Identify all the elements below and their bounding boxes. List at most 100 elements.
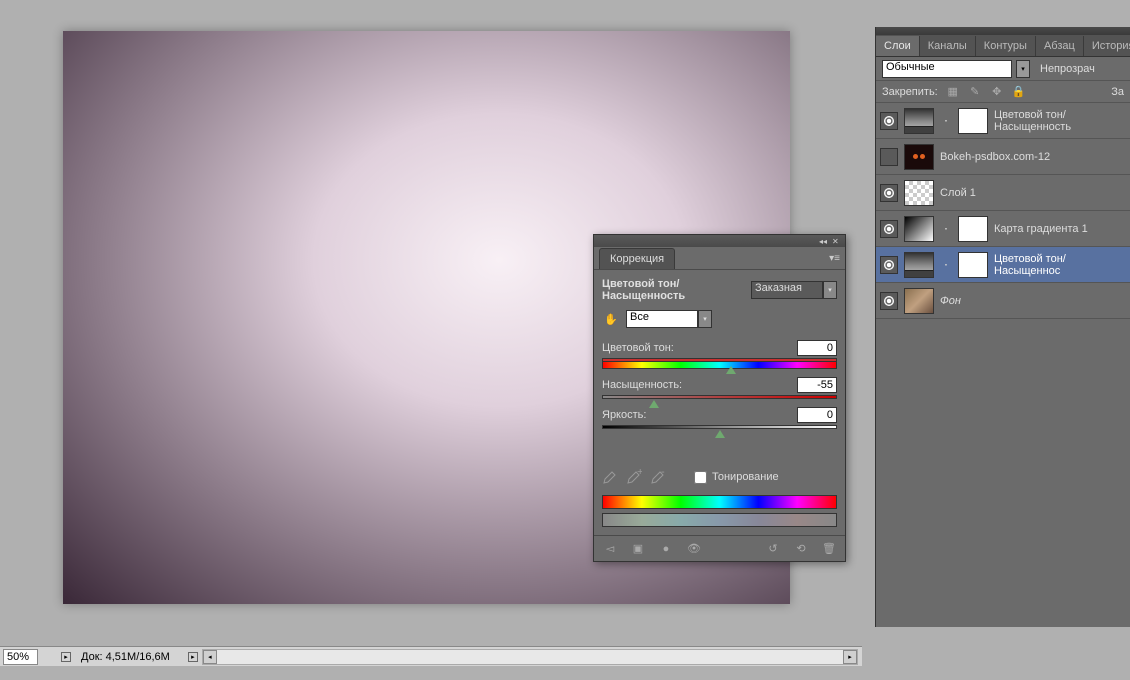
visibility-icon[interactable]: 👁 <box>686 541 702 557</box>
layer-name[interactable]: Карта градиента 1 <box>994 223 1126 235</box>
lock-transparency-icon[interactable]: ▦ <box>946 85 960 99</box>
tab-слои[interactable]: Слои <box>876 36 920 56</box>
targeted-adjust-icon[interactable]: ✋ <box>602 310 620 328</box>
svg-text:+: + <box>637 469 642 478</box>
layer-name[interactable]: Слой 1 <box>940 187 1126 199</box>
lock-label: Закрепить: <box>882 86 938 98</box>
fill-label: За <box>1111 86 1124 98</box>
layer-name[interactable]: Фон <box>940 295 1126 307</box>
tab-абзац[interactable]: Абзац <box>1036 36 1084 56</box>
lightness-input[interactable] <box>797 407 837 423</box>
layer-thumbnail[interactable] <box>904 288 934 314</box>
opacity-label: Непрозрач <box>1040 63 1095 75</box>
saturation-label: Насыщенность: <box>602 379 682 391</box>
hue-label: Цветовой тон: <box>602 342 674 354</box>
link-icon[interactable]: ⬝ <box>940 259 952 271</box>
layers-panel: СлоиКаналыКонтурыАбзацИстория Обычные ▾ … <box>875 27 1130 627</box>
expand-icon[interactable]: ▣ <box>630 541 646 557</box>
eye-icon <box>884 260 894 270</box>
lock-position-icon[interactable]: ✥ <box>990 85 1004 99</box>
chevron-down-icon[interactable]: ▾ <box>823 281 837 299</box>
input-color-strip <box>602 495 837 509</box>
visibility-toggle[interactable] <box>880 256 898 274</box>
tab-каналы[interactable]: Каналы <box>920 36 976 56</box>
eyedropper-subtract-icon[interactable]: - <box>650 469 666 485</box>
previous-icon[interactable]: ↺ <box>765 541 781 557</box>
layer-row[interactable]: ⬝ Цветовой тон/Насыщенность <box>876 103 1130 139</box>
horizontal-scrollbar[interactable]: ◂ ▸ <box>202 649 858 665</box>
tab-контуры[interactable]: Контуры <box>976 36 1036 56</box>
layer-row[interactable]: ⬝ Карта градиента 1 <box>876 211 1130 247</box>
layer-row[interactable]: ⬝ Цветовой тон/Насыщеннос <box>876 247 1130 283</box>
layer-name[interactable]: Цветовой тон/Насыщеннос <box>994 253 1126 277</box>
document-info: Док: 4,51M/16,6M <box>71 651 180 663</box>
lock-pixels-icon[interactable]: ✎ <box>968 85 982 99</box>
status-bar: ▸ Док: 4,51M/16,6M ▸ ◂ ▸ <box>0 646 862 666</box>
adjustment-title: Цветовой тон/Насыщенность <box>602 278 751 302</box>
layer-row[interactable]: Bokeh-psdbox.com-12 <box>876 139 1130 175</box>
saturation-slider[interactable] <box>602 395 837 399</box>
eyedropper-add-icon[interactable]: + <box>626 469 642 485</box>
visibility-toggle[interactable] <box>880 112 898 130</box>
svg-text:-: - <box>661 469 665 478</box>
dock-titlebar[interactable] <box>876 27 1130 35</box>
link-icon[interactable]: ⬝ <box>940 223 952 235</box>
layer-thumbnail[interactable] <box>904 108 934 134</box>
panel-titlebar[interactable]: ◂◂ ✕ <box>594 235 845 247</box>
scroll-left-icon[interactable]: ◂ <box>203 650 217 664</box>
hue-input[interactable] <box>797 340 837 356</box>
layer-mask-thumbnail[interactable] <box>958 252 988 278</box>
back-icon[interactable]: ◅ <box>602 541 618 557</box>
trash-icon[interactable]: 🗑 <box>821 541 837 557</box>
reset-icon[interactable]: ⟲ <box>793 541 809 557</box>
layer-thumbnail[interactable] <box>904 180 934 206</box>
eye-icon <box>884 188 894 198</box>
zoom-input[interactable] <box>3 649 38 665</box>
lightness-slider[interactable] <box>602 425 837 429</box>
color-range-select[interactable]: Все <box>626 310 698 328</box>
layer-thumbnail[interactable] <box>904 144 934 170</box>
panel-footer: ◅ ▣ ● 👁 ↺ ⟲ 🗑 <box>594 535 845 561</box>
lock-all-icon[interactable]: 🔒 <box>1012 85 1026 99</box>
layer-name[interactable]: Цветовой тон/Насыщенность <box>994 109 1126 133</box>
layer-thumbnail[interactable] <box>904 252 934 278</box>
tab-adjustments[interactable]: Коррекция <box>599 248 675 269</box>
panel-tabs: Коррекция ▾≡ <box>594 247 845 270</box>
layer-mask-thumbnail[interactable] <box>958 108 988 134</box>
eye-icon <box>884 116 894 126</box>
colorize-checkbox[interactable]: Тонирование <box>694 471 779 484</box>
chevron-down-icon[interactable]: ▾ <box>698 310 712 328</box>
arrow-right-icon[interactable]: ▸ <box>61 652 71 662</box>
output-color-strip <box>602 513 837 527</box>
visibility-toggle[interactable] <box>880 220 898 238</box>
layer-mask-thumbnail[interactable] <box>958 216 988 242</box>
blend-mode-select[interactable]: Обычные <box>882 60 1012 78</box>
layers-tabs: СлоиКаналыКонтурыАбзацИстория <box>876 35 1130 57</box>
layer-row[interactable]: Слой 1 <box>876 175 1130 211</box>
arrow-right-icon[interactable]: ▸ <box>188 652 198 662</box>
link-icon[interactable]: ⬝ <box>940 115 952 127</box>
clip-icon[interactable]: ● <box>658 541 674 557</box>
visibility-toggle[interactable] <box>880 148 898 166</box>
tab-история[interactable]: История <box>1084 36 1130 56</box>
eye-icon <box>884 224 894 234</box>
layer-thumbnail[interactable] <box>904 216 934 242</box>
colorize-label: Тонирование <box>712 471 779 483</box>
collapse-icon[interactable]: ◂◂ <box>819 237 829 245</box>
hue-slider[interactable] <box>602 361 837 369</box>
saturation-input[interactable] <box>797 377 837 393</box>
lightness-label: Яркость: <box>602 409 646 421</box>
scroll-right-icon[interactable]: ▸ <box>843 650 857 664</box>
panel-menu-icon[interactable]: ▾≡ <box>829 253 840 264</box>
layer-row[interactable]: Фон <box>876 283 1130 319</box>
visibility-toggle[interactable] <box>880 292 898 310</box>
chevron-down-icon[interactable]: ▾ <box>1016 60 1030 78</box>
layer-list: ⬝ Цветовой тон/Насыщенность Bokeh-psdbox.c… <box>876 103 1130 319</box>
adjustments-panel: ◂◂ ✕ Коррекция ▾≡ Цветовой тон/Насыщенно… <box>593 234 846 562</box>
eyedropper-icon[interactable] <box>602 469 618 485</box>
preset-select[interactable]: Заказная <box>751 281 823 299</box>
close-icon[interactable]: ✕ <box>832 237 842 245</box>
layer-name[interactable]: Bokeh-psdbox.com-12 <box>940 151 1126 163</box>
eye-icon <box>884 296 894 306</box>
visibility-toggle[interactable] <box>880 184 898 202</box>
